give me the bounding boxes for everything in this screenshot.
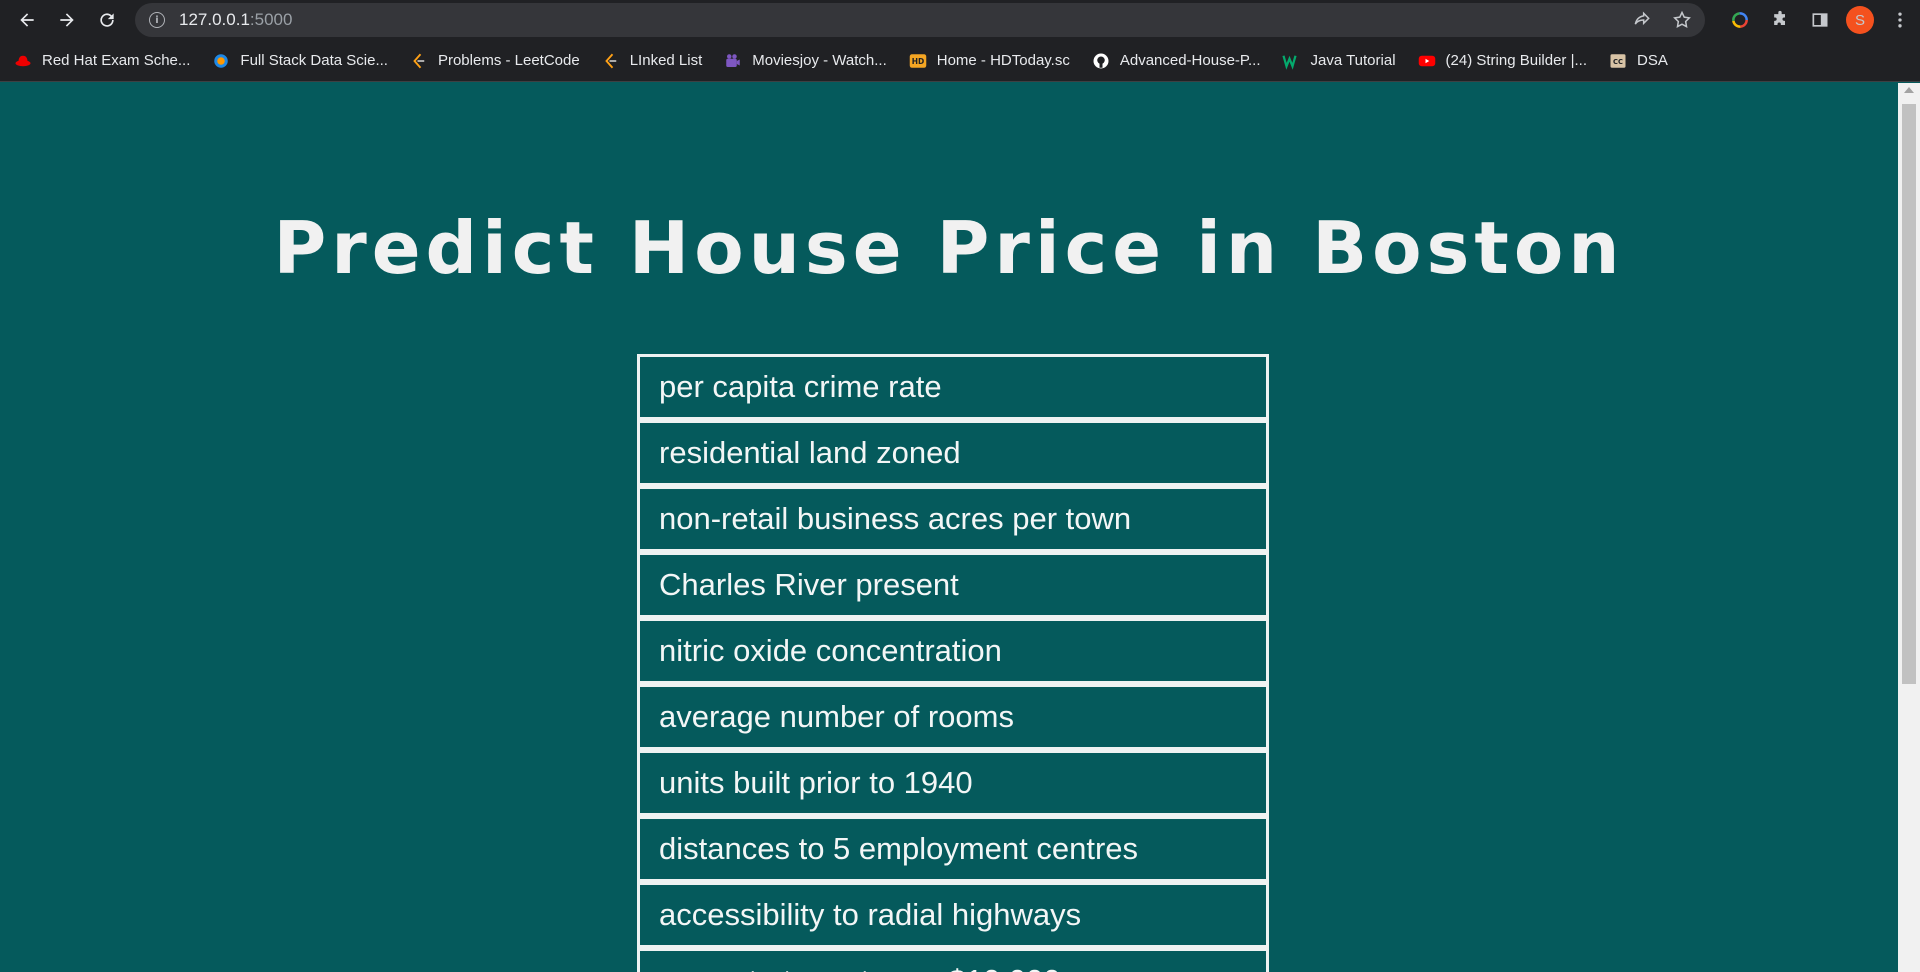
url-port: :5000 <box>249 10 293 29</box>
bookmark-label: Advanced-House-P... <box>1119 52 1261 69</box>
site-info-icon[interactable]: i <box>149 12 165 28</box>
reload-button[interactable] <box>92 5 122 35</box>
svg-text:HD: HD <box>911 57 924 66</box>
reload-icon <box>100 13 114 27</box>
svg-text:CC: CC <box>1613 58 1623 66</box>
scrollbar-thumb[interactable] <box>1902 104 1916 684</box>
units-built-input[interactable] <box>637 750 1269 816</box>
business-acres-input[interactable] <box>637 486 1269 552</box>
bookmark-label: LInked List <box>629 52 703 69</box>
redhat-icon <box>14 52 32 70</box>
forward-button[interactable] <box>52 5 82 35</box>
bookmark-label: DSA <box>1636 52 1668 69</box>
bookmark-star-icon[interactable] <box>1671 9 1693 31</box>
side-panel-icon[interactable] <box>1800 10 1840 30</box>
chrome-extension-icon[interactable] <box>1720 10 1760 30</box>
nitric-oxide-input[interactable] <box>637 618 1269 684</box>
bookmark-label: (24) String Builder |... <box>1445 52 1587 69</box>
back-button[interactable] <box>12 5 42 35</box>
url-host: 127.0.0.1 <box>179 10 250 29</box>
arrow-left-icon <box>20 13 34 27</box>
arrow-right-icon <box>60 13 74 27</box>
browser-toolbar: i 127.0.0.1:5000 S <box>0 0 1920 40</box>
youtube-icon <box>1418 52 1436 70</box>
film-icon <box>724 52 742 70</box>
bookmark-item[interactable]: Advanced-House-P... <box>1092 47 1261 75</box>
cc-icon: CC <box>1609 52 1627 70</box>
address-bar[interactable]: i 127.0.0.1:5000 <box>135 3 1705 37</box>
bookmark-item[interactable]: Problems - LeetCode <box>410 47 580 75</box>
scroll-up-arrow-icon[interactable] <box>1904 87 1914 93</box>
extensions-puzzle-icon[interactable] <box>1760 10 1800 30</box>
page-title: Predict House Price in Boston <box>273 206 1625 290</box>
bookmark-label: Java Tutorial <box>1310 52 1396 69</box>
bookmark-item[interactable]: Red Hat Exam Sche... <box>14 47 190 75</box>
profile-avatar[interactable]: S <box>1846 6 1874 34</box>
bookmark-item[interactable]: Full Stack Data Scie... <box>212 47 388 75</box>
prediction-form <box>637 354 1269 972</box>
bookmark-label: Home - HDToday.sc <box>936 52 1070 69</box>
bookmark-item[interactable]: (24) String Builder |... <box>1418 47 1587 75</box>
tax-rate-input[interactable] <box>637 948 1269 972</box>
bookmark-label: Problems - LeetCode <box>437 52 580 69</box>
bookmark-item[interactable]: Java Tutorial <box>1282 47 1396 75</box>
bookmark-label: Moviesjoy - Watch... <box>752 52 887 69</box>
leetcode-icon <box>410 52 428 70</box>
bookmark-label: Red Hat Exam Sche... <box>42 52 191 69</box>
employment-distance-input[interactable] <box>637 816 1269 882</box>
w3schools-icon <box>1282 52 1300 70</box>
charles-river-input[interactable] <box>637 552 1269 618</box>
bookmark-item[interactable]: HD Home - HDToday.sc <box>909 47 1070 75</box>
globe-icon <box>212 52 230 70</box>
page-content: Predict House Price in Boston <box>0 83 1898 972</box>
bookmark-item[interactable]: LInked List <box>602 47 703 75</box>
crime-rate-input[interactable] <box>637 354 1269 420</box>
leetcode-icon <box>602 52 620 70</box>
rooms-input[interactable] <box>637 684 1269 750</box>
land-zoned-input[interactable] <box>637 420 1269 486</box>
github-icon <box>1092 52 1110 70</box>
bookmark-item[interactable]: CC DSA <box>1609 47 1668 75</box>
share-icon[interactable] <box>1631 9 1653 31</box>
url-text: 127.0.0.1:5000 <box>179 10 292 30</box>
bookmark-item[interactable]: Moviesjoy - Watch... <box>724 47 887 75</box>
highway-access-input[interactable] <box>637 882 1269 948</box>
page-scrollbar[interactable] <box>1898 83 1920 972</box>
bookmark-label: Full Stack Data Scie... <box>240 52 388 69</box>
bookmarks-bar: Red Hat Exam Sche... Full Stack Data Sci… <box>0 40 1920 82</box>
hd-icon: HD <box>909 52 927 70</box>
kebab-menu-icon[interactable] <box>1880 10 1920 30</box>
